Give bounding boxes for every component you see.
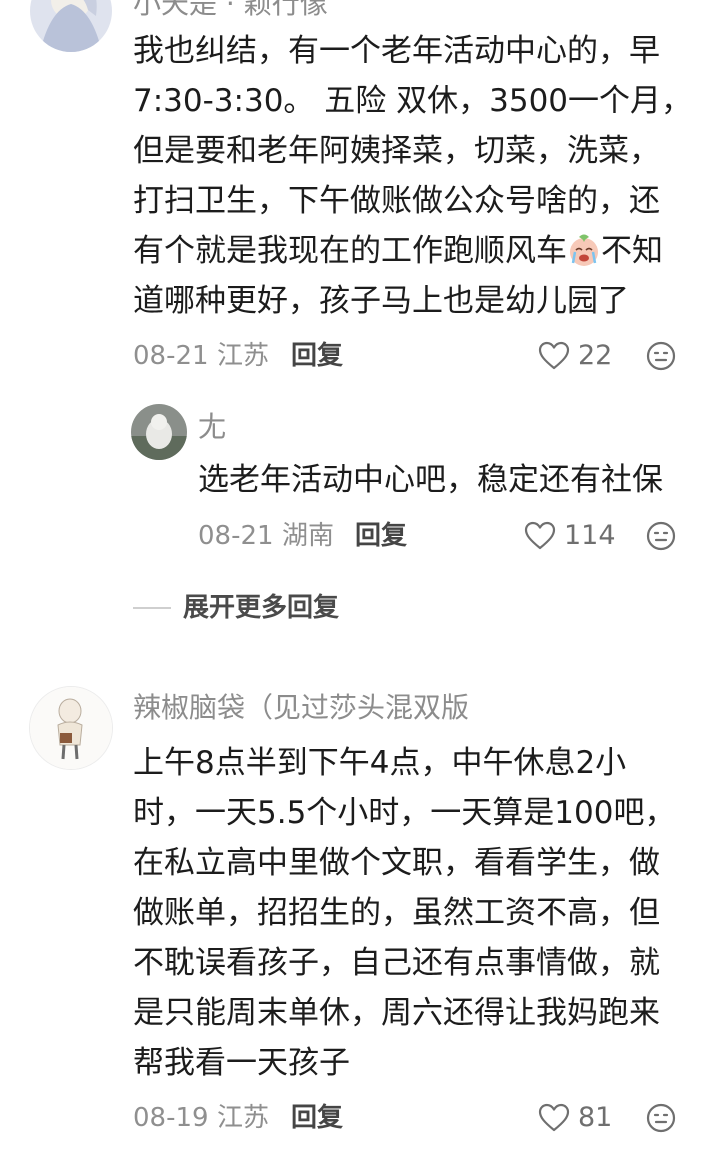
heart-outline-icon bbox=[524, 521, 556, 550]
comment-2-line-4: 做账单，招招生的，虽然工资不高，但 bbox=[133, 895, 660, 931]
comment-2-like-button[interactable]: 81 bbox=[538, 1100, 612, 1136]
expand-more-replies-button[interactable]: 展开更多回复 bbox=[133, 590, 339, 626]
comment-1-line-5-text-b: 不知 bbox=[601, 233, 663, 269]
avatar-image bbox=[30, 0, 112, 52]
comment-2-line-7: 帮我看一天孩子 bbox=[133, 1045, 350, 1081]
comment-2-line-6: 是只能周末单休，周六还得让我妈跑来 bbox=[133, 995, 660, 1031]
avatar-comment-1[interactable] bbox=[30, 0, 112, 52]
comment-1-line-5-text-a: 有个就是我现在的工作跑顺风车 bbox=[133, 233, 567, 269]
reply-reply-button[interactable]: 回复 bbox=[355, 518, 407, 554]
comment-1-line-6: 道哪种更好，孩子马上也是幼儿园了 bbox=[133, 283, 629, 319]
heart-outline-icon bbox=[538, 1103, 570, 1132]
comment-1-date: 08-21 bbox=[133, 341, 209, 371]
username-reply[interactable]: 尢 bbox=[198, 409, 226, 445]
comment-1-line-4: 打扫卫生，下午做账做公众号啥的，还 bbox=[133, 183, 660, 219]
comment-1-reply-button[interactable]: 回复 bbox=[291, 338, 343, 374]
comment-2-line-5: 不耽误看孩子，自己还有点事情做，就 bbox=[133, 945, 660, 981]
comment-2-line-3: 在私立高中里做个文职，看看学生，做 bbox=[133, 845, 660, 881]
comment-1-line-3: 但是要和老年阿姨择菜，切菜，洗菜， bbox=[133, 133, 660, 169]
reply-react-button[interactable] bbox=[645, 520, 677, 552]
reply-location: 湖南 bbox=[282, 521, 335, 551]
emoji-face-icon bbox=[646, 1103, 676, 1133]
reply-like-button[interactable]: 114 bbox=[524, 518, 616, 554]
comment-2-line-2: 时，一天5.5个小时，一天算是100吧， bbox=[133, 795, 676, 831]
comment-2-like-count: 81 bbox=[578, 1102, 613, 1133]
reply-date: 08-21 bbox=[198, 521, 274, 551]
comment-1-react-button[interactable] bbox=[645, 340, 677, 372]
reply-text: 选老年活动中心吧，稳定还有社保 bbox=[198, 462, 663, 498]
comment-1-line-5: 有个就是我现在的工作跑顺风车 不知 bbox=[133, 226, 663, 276]
crying-face-emoji-icon bbox=[567, 232, 601, 266]
comment-1-line-1: 我也纠结，有一个老年活动中心的，早 bbox=[133, 33, 660, 69]
comment-2-react-button[interactable] bbox=[645, 1102, 677, 1134]
comment-2-reply-button[interactable]: 回复 bbox=[291, 1100, 343, 1136]
comment-2-location: 江苏 bbox=[217, 1103, 270, 1133]
avatar-image bbox=[30, 687, 112, 769]
emoji-face-icon bbox=[646, 341, 676, 371]
heart-outline-icon bbox=[538, 341, 570, 370]
username-comment-1[interactable]: 小天是 · 颖行像 bbox=[133, 0, 328, 22]
comment-2-line-1: 上午8点半到下午4点，中午休息2小 bbox=[133, 745, 627, 781]
comment-1-like-count: 22 bbox=[578, 340, 613, 371]
emoji-face-icon bbox=[646, 521, 676, 551]
comment-1-location: 江苏 bbox=[217, 341, 270, 371]
reply-like-count: 114 bbox=[564, 520, 616, 551]
expand-more-replies-label: 展开更多回复 bbox=[183, 593, 340, 623]
comment-2-date: 08-19 bbox=[133, 1103, 209, 1133]
comment-1-line-2: 7:30-3:30。 五险 双休，3500一个月， bbox=[133, 83, 693, 119]
avatar-comment-2[interactable] bbox=[29, 686, 113, 770]
avatar-image bbox=[131, 404, 187, 460]
expand-divider bbox=[133, 607, 171, 609]
avatar-reply[interactable] bbox=[131, 404, 187, 460]
comment-1-like-button[interactable]: 22 bbox=[538, 338, 612, 374]
username-comment-2[interactable]: 辣椒脑袋（见过莎头混双版 bbox=[133, 690, 469, 726]
